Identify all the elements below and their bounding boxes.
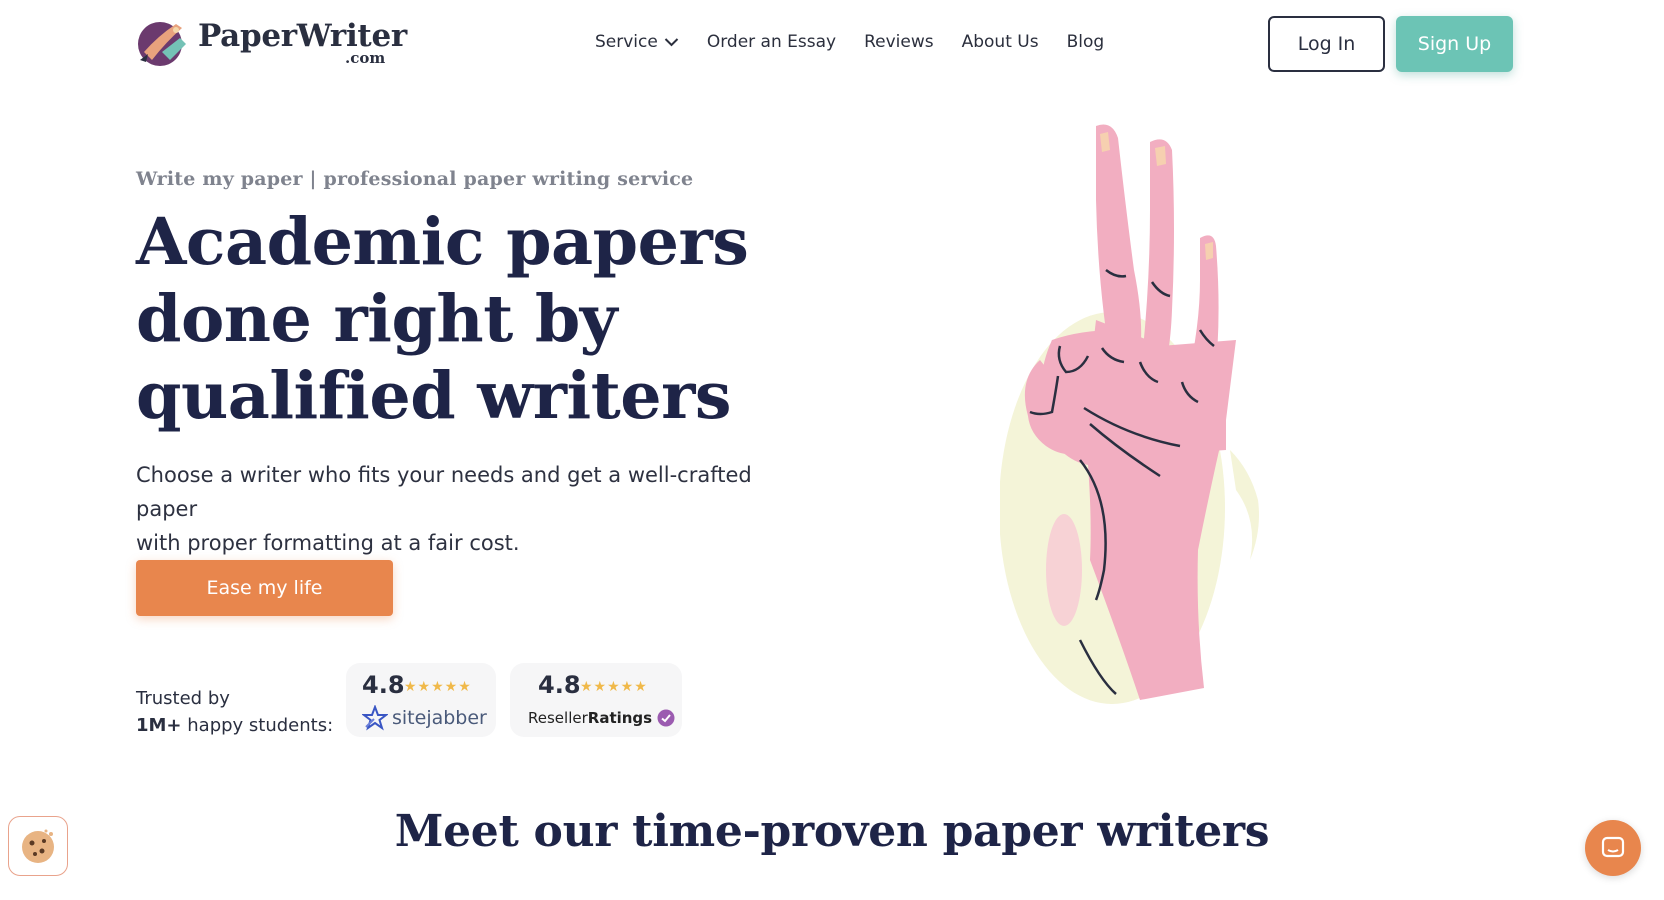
subtext-line-1: Choose a writer who fits your needs and …: [136, 463, 752, 521]
login-button[interactable]: Log In: [1268, 16, 1385, 72]
quill-pen-logo-icon: [136, 16, 190, 70]
sitejabber-name: sitejabber: [392, 707, 487, 729]
main-nav: Service Order an Essay Reviews About Us …: [595, 32, 1132, 52]
resellerratings-bold: Ratings: [587, 709, 653, 727]
chat-widget-button[interactable]: [1585, 820, 1641, 876]
verified-check-icon: [657, 709, 675, 727]
site-header: PaperWriter .com Service Order an Essay …: [0, 0, 1664, 88]
page: PaperWriter .com Service Order an Essay …: [0, 0, 1664, 900]
section-title: Meet our time-proven paper writers: [394, 806, 1270, 857]
headline-line-3: qualified writers: [136, 358, 731, 434]
star-rating-icon: ★★★★★: [580, 679, 648, 695]
star-rating-icon: ★★★★★: [404, 679, 472, 695]
trusted-line-1: Trusted by: [136, 688, 230, 709]
nav-service[interactable]: Service: [595, 32, 679, 52]
nav-blog[interactable]: Blog: [1067, 32, 1105, 52]
nav-service-label: Service: [595, 32, 658, 52]
chevron-down-icon: [664, 38, 679, 47]
hero-subtext: Choose a writer who fits your needs and …: [136, 458, 816, 560]
trusted-count: 1M+: [136, 715, 182, 736]
subtext-line-2: with proper formatting at a fair cost.: [136, 531, 520, 555]
headline-line-2: done right by: [136, 281, 618, 357]
headline-line-1: Academic papers: [136, 204, 749, 280]
ease-my-life-button[interactable]: Ease my life: [136, 560, 393, 616]
trusted-rest: happy students:: [181, 715, 334, 736]
nav-about-us[interactable]: About Us: [962, 32, 1039, 52]
logo-domain: .com: [345, 49, 386, 67]
hero-eyebrow: Write my paper | professional paper writ…: [136, 168, 694, 190]
trusted-line-2: 1M+ happy students:: [136, 712, 333, 739]
logo[interactable]: PaperWriter .com: [136, 16, 407, 70]
rating-score: 4.8: [538, 671, 581, 699]
cookie-settings-button[interactable]: [8, 816, 68, 876]
nav-order-essay[interactable]: Order an Essay: [707, 32, 836, 52]
logo-text: PaperWriter .com: [198, 18, 407, 67]
resellerratings-logo: Reseller Ratings: [528, 709, 675, 727]
ok-hand-illustration: [999, 120, 1360, 750]
nav-reviews[interactable]: Reviews: [864, 32, 934, 52]
signup-button[interactable]: Sign Up: [1396, 16, 1513, 72]
chat-bubble-icon: [1601, 836, 1625, 858]
sitejabber-logo: sitejabber: [362, 705, 487, 731]
sitejabber-rating-card[interactable]: 4.8 ★★★★★ sitejabber: [346, 663, 496, 737]
resellerratings-rating-card[interactable]: 4.8 ★★★★★ Reseller Ratings: [510, 663, 682, 737]
hero-headline: Academic papers done right by qualified …: [136, 204, 836, 435]
sitejabber-star-icon: [362, 705, 388, 731]
cookie-icon: [22, 829, 54, 863]
resellerratings-prefix: Reseller: [528, 709, 588, 727]
trusted-by: Trusted by 1M+ happy students:: [136, 685, 333, 739]
rating-score: 4.8: [362, 671, 405, 699]
